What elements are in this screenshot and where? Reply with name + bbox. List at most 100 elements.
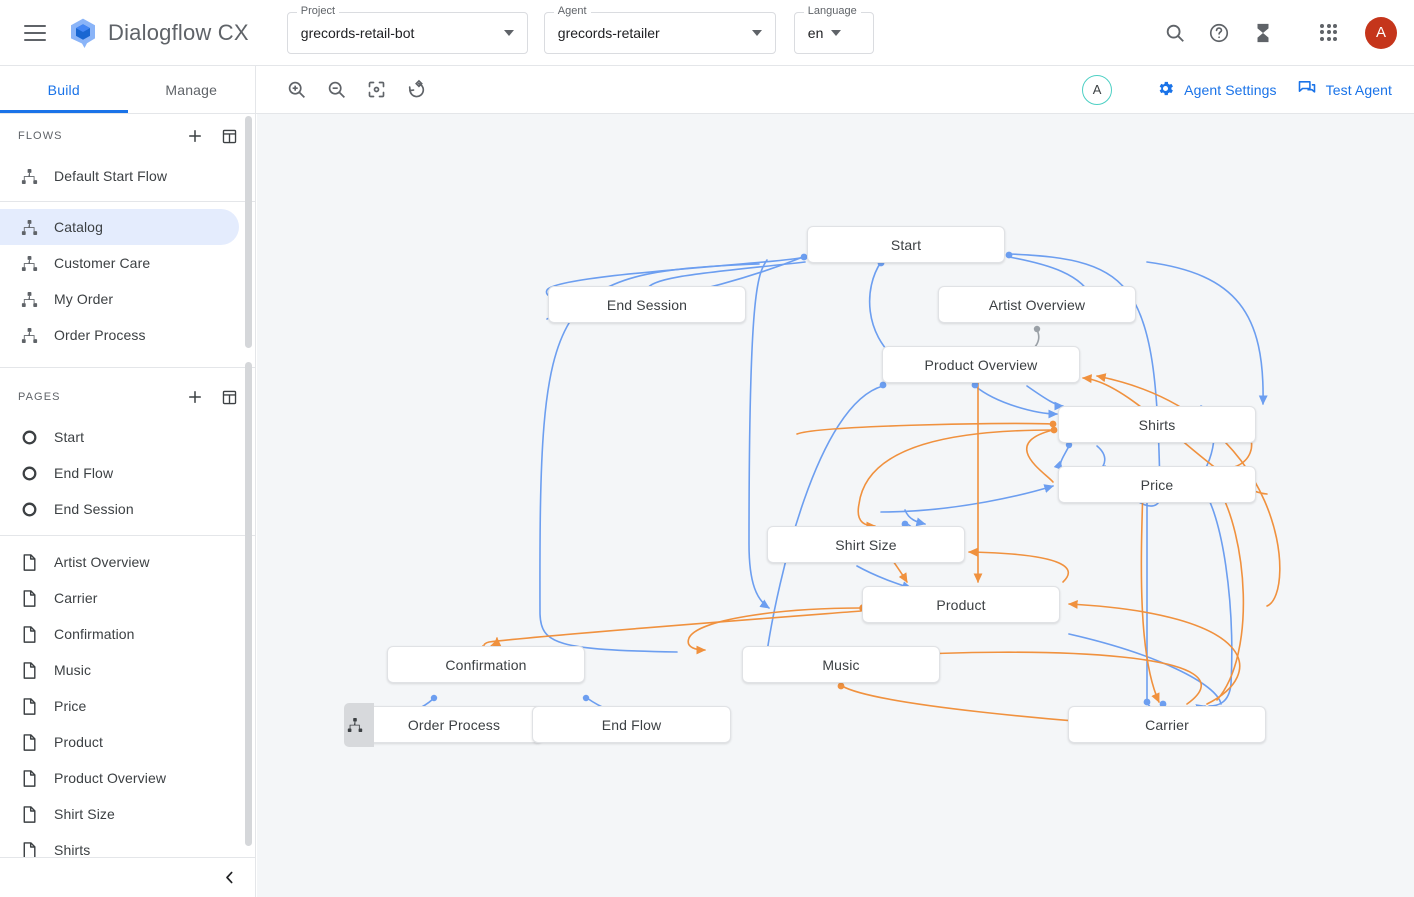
sidebar-page-carrier[interactable]: Carrier: [0, 580, 239, 616]
graph-node-music[interactable]: Music: [742, 646, 940, 683]
page-icon: [18, 731, 40, 753]
language-label: Language: [804, 5, 861, 17]
flow-icon: [18, 216, 40, 238]
sidebar-flow-label: Customer Care: [54, 255, 150, 271]
page-icon: [18, 623, 40, 645]
graph-node-product[interactable]: Product: [862, 586, 1060, 623]
sidebar-page-label: Price: [54, 698, 86, 714]
node-label: Product Overview: [925, 357, 1038, 373]
flows-scrollbar[interactable]: [245, 116, 252, 354]
sidebar-page-end-session[interactable]: End Session: [0, 491, 239, 527]
sidebar-flow-order-process[interactable]: Order Process: [0, 317, 239, 353]
sidebar-page-label: Artist Overview: [54, 554, 150, 570]
dialogflow-logo: [68, 17, 98, 49]
secondary-toolbar: Build Manage: [0, 66, 1414, 114]
graph-node-product-overview[interactable]: Product Overview: [882, 346, 1080, 383]
sidebar-flow-catalog[interactable]: Catalog: [0, 209, 239, 245]
page-icon: [18, 659, 40, 681]
flow-icon: [18, 288, 40, 310]
flows-section-header: FLOWS: [0, 114, 255, 158]
pages-table-panel-icon[interactable]: [219, 387, 239, 407]
agent-label: Agent: [554, 5, 591, 17]
flows-pages-divider: [0, 367, 255, 368]
graph-node-end-session[interactable]: End Session: [548, 286, 746, 323]
graph-node-shirts[interactable]: Shirts: [1058, 406, 1256, 443]
node-label: Carrier: [1145, 717, 1189, 733]
sidebar-page-product-overview[interactable]: Product Overview: [0, 760, 239, 796]
language-value: en: [795, 25, 824, 41]
project-select[interactable]: Project grecords-retail-bot: [287, 12, 528, 54]
add-flow-plus-icon[interactable]: [185, 126, 205, 146]
flows-section-title: FLOWS: [18, 130, 63, 142]
language-select[interactable]: Language en: [794, 12, 874, 54]
tab-build[interactable]: Build: [0, 66, 128, 113]
sidebar-page-price[interactable]: Price: [0, 688, 239, 724]
graph-node-carrier[interactable]: Carrier: [1068, 706, 1266, 743]
app-title: Dialogflow CX: [108, 20, 249, 46]
pages-section-header: PAGES: [0, 375, 255, 419]
apps-grid-icon[interactable]: [1307, 11, 1351, 55]
pages-scroll-thumb[interactable]: [245, 362, 252, 846]
tab-manage[interactable]: Manage: [128, 66, 256, 113]
sidebar-page-start[interactable]: Start: [0, 419, 239, 455]
graph-node-artist-overview[interactable]: Artist Overview: [938, 286, 1136, 323]
gear-icon: [1156, 79, 1175, 101]
avatar[interactable]: A: [1365, 17, 1397, 49]
top-app-bar: Dialogflow CX Project grecords-retail-bo…: [0, 0, 1414, 66]
zoom-out-icon[interactable]: [318, 72, 354, 108]
node-label: Product: [936, 597, 985, 613]
chevron-left-icon[interactable]: [216, 865, 242, 891]
graph-node-confirmation[interactable]: Confirmation: [387, 646, 585, 683]
pages-scrollbar[interactable]: [245, 362, 252, 852]
search-icon[interactable]: [1153, 11, 1197, 55]
hamburger-menu-icon[interactable]: [24, 25, 46, 41]
agent-select[interactable]: Agent grecords-retailer: [544, 12, 776, 54]
node-label: Price: [1141, 477, 1174, 493]
reset-layout-icon[interactable]: [398, 72, 434, 108]
node-label: Music: [822, 657, 859, 673]
sidebar-flow-default-start-flow[interactable]: Default Start Flow: [0, 158, 239, 194]
add-page-plus-icon[interactable]: [185, 387, 205, 407]
page-icon: [18, 803, 40, 825]
project-selector-group: Project grecords-retail-bot: [287, 12, 528, 54]
brand[interactable]: Dialogflow CX: [68, 17, 249, 49]
hourglass-icon[interactable]: [1241, 11, 1285, 55]
node-label: End Session: [607, 297, 687, 313]
flows-scroll-thumb[interactable]: [245, 116, 252, 348]
sidebar-page-label: Start: [54, 429, 84, 445]
fit-to-screen-icon[interactable]: [358, 72, 394, 108]
node-label: Order Process: [408, 717, 500, 733]
sidebar-flow-label: Catalog: [54, 219, 103, 235]
sidebar-page-music[interactable]: Music: [0, 652, 239, 688]
graph-node-end-flow[interactable]: End Flow: [532, 706, 731, 743]
flow-graph-canvas[interactable]: Start End Session Artist Overview Produc…: [257, 114, 1414, 897]
graph-node-shirt-size[interactable]: Shirt Size: [767, 526, 965, 563]
test-agent-label: Test Agent: [1326, 82, 1392, 98]
sidebar-page-label: Confirmation: [54, 626, 135, 642]
graph-node-order-process[interactable]: Order Process: [365, 706, 543, 743]
graph-node-price[interactable]: Price: [1058, 466, 1256, 503]
flows-table-panel-icon[interactable]: [219, 126, 239, 146]
agent-value: grecords-retailer: [545, 25, 660, 41]
circle-page-icon: [18, 462, 40, 484]
agent-avatar[interactable]: A: [1082, 75, 1112, 105]
apps-grid-dots: [1320, 24, 1338, 42]
graph-node-start[interactable]: Start: [807, 226, 1005, 263]
test-agent-button[interactable]: Test Agent: [1297, 78, 1392, 101]
zoom-in-icon[interactable]: [278, 72, 314, 108]
sidebar-page-confirmation[interactable]: Confirmation: [0, 616, 239, 652]
sidebar-page-shirt-size[interactable]: Shirt Size: [0, 796, 239, 832]
agent-selector-group: Agent grecords-retailer: [544, 12, 776, 54]
node-label: Shirts: [1139, 417, 1176, 433]
sidebar-flow-customer-care[interactable]: Customer Care: [0, 245, 239, 281]
agent-settings-button[interactable]: Agent Settings: [1156, 79, 1276, 101]
pages-divider: [0, 535, 255, 536]
top-bar-icon-group: A: [1153, 11, 1414, 55]
sidebar-page-product[interactable]: Product: [0, 724, 239, 760]
sidebar-page-artist-overview[interactable]: Artist Overview: [0, 544, 239, 580]
sidebar-page-end-flow[interactable]: End Flow: [0, 455, 239, 491]
sidebar-flow-my-order[interactable]: My Order: [0, 281, 239, 317]
chevron-down-icon: [504, 30, 514, 36]
flow-icon: [18, 165, 40, 187]
help-icon[interactable]: [1197, 11, 1241, 55]
